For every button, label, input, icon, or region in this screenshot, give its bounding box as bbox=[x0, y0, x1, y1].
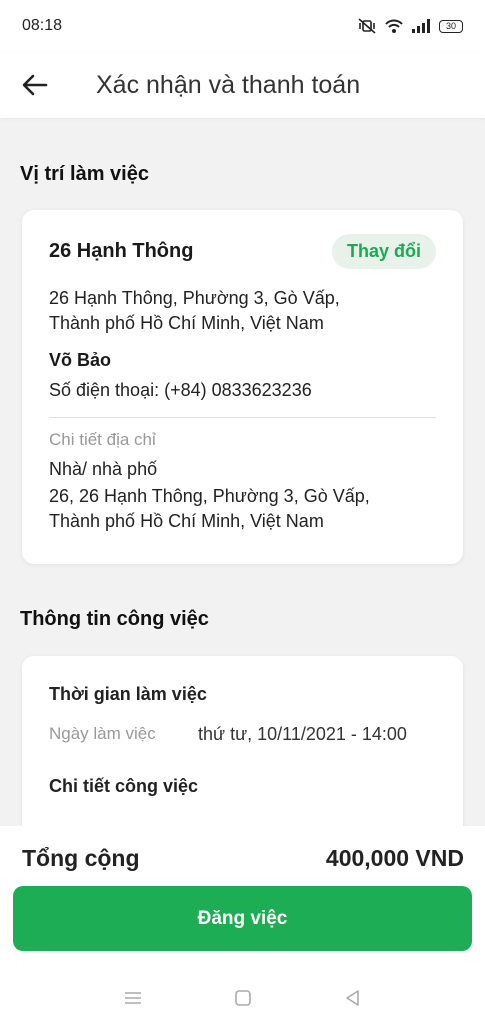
job-details-title: Chi tiết công việc bbox=[49, 776, 199, 796]
total-value: 400,000 VND bbox=[325, 844, 464, 871]
page-title: Xác nhận và thanh toán bbox=[96, 70, 361, 99]
status-time: 08:18 bbox=[22, 17, 63, 34]
address-detail-type: Nhà/ nhà phố bbox=[49, 459, 158, 479]
change-location-button[interactable]: Thay đổi bbox=[331, 234, 436, 269]
menu-icon[interactable] bbox=[123, 990, 143, 1006]
back-nav-icon[interactable] bbox=[343, 988, 363, 1008]
total-label: Tổng cộng bbox=[22, 844, 140, 871]
address-line: Thành phố Hồ Chí Minh, Việt Nam bbox=[49, 313, 324, 333]
contact-phone: Số điện thoại: (+84) 0833623236 bbox=[49, 380, 312, 400]
back-button[interactable] bbox=[0, 52, 70, 118]
signal-icon bbox=[412, 19, 430, 33]
address-detail-line: 26, 26 Hạnh Thông, Phường 3, Gò Vấp, bbox=[49, 486, 370, 506]
job-card: Thời gian làm việc Ngày làm việc thứ tư,… bbox=[22, 656, 463, 826]
work-time-title: Thời gian làm việc bbox=[49, 684, 207, 704]
work-date-value: thứ tư, 10/11/2021 - 14:00 bbox=[198, 724, 407, 744]
location-section-title: Vị trí làm việc bbox=[20, 163, 149, 185]
location-name-row: 26 Hạnh Thông Thay đổi bbox=[49, 234, 436, 269]
address-detail-line: Thành phố Hồ Chí Minh, Việt Nam bbox=[49, 511, 324, 531]
system-nav-bar bbox=[0, 978, 485, 1018]
battery-icon: 30 bbox=[439, 19, 463, 33]
battery-level: 30 bbox=[445, 21, 456, 31]
location-card: 26 Hạnh Thông Thay đổi 26 Hạnh Thông, Ph… bbox=[22, 210, 463, 564]
post-job-button[interactable]: Đăng việc bbox=[13, 886, 472, 951]
vibrate-mute-icon bbox=[358, 18, 376, 34]
content-scroll[interactable]: Vị trí làm việc 26 Hạnh Thông Thay đổi 2… bbox=[0, 118, 485, 826]
wifi-icon bbox=[385, 19, 403, 33]
location-name: 26 Hạnh Thông bbox=[49, 240, 194, 262]
address-detail-label: Chi tiết địa chỉ bbox=[49, 430, 156, 449]
bottom-panel: Tổng cộng 400,000 VND Đăng việc bbox=[0, 826, 485, 1024]
arrow-left-icon bbox=[22, 74, 48, 96]
home-icon[interactable] bbox=[233, 988, 253, 1008]
status-bar: 08:18 30 bbox=[0, 0, 485, 52]
divider bbox=[49, 417, 436, 418]
work-date-label: Ngày làm việc bbox=[49, 724, 156, 743]
location-address: 26 Hạnh Thông, Phường 3, Gò Vấp, Thành p… bbox=[49, 286, 436, 336]
status-icons: 30 bbox=[357, 18, 463, 34]
app-header: Xác nhận và thanh toán bbox=[0, 52, 485, 118]
address-line: 26 Hạnh Thông, Phường 3, Gò Vấp, bbox=[49, 288, 340, 308]
contact-name: Võ Bảo bbox=[49, 350, 112, 370]
address-detail: 26, 26 Hạnh Thông, Phường 3, Gò Vấp, Thà… bbox=[49, 484, 436, 534]
work-date-row: Ngày làm việc thứ tư, 10/11/2021 - 14:00 bbox=[49, 722, 436, 746]
total-row: Tổng cộng 400,000 VND bbox=[0, 826, 485, 890]
job-section-title: Thông tin công việc bbox=[20, 608, 209, 630]
